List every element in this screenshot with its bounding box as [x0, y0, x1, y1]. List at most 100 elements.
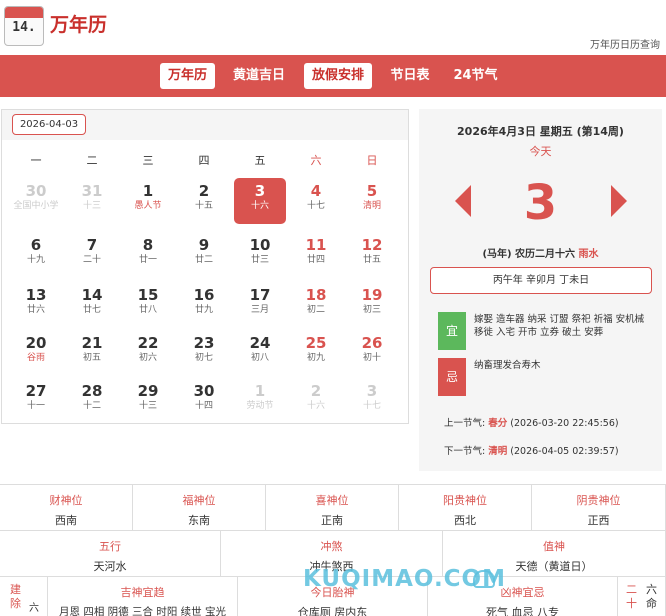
info-grid: 财神位 西南 福神位 东南 喜神位 正南 阳贵神位 西北 阴贵神位 正西 五行 … [0, 484, 666, 616]
day-cell[interactable]: 2 十五 [176, 178, 232, 224]
nav-item-jieqi[interactable]: 24节气 [448, 63, 503, 89]
day-number: 29 [137, 382, 159, 400]
today-label[interactable]: 今天 [419, 143, 662, 159]
site-subtitle: 万年历日历查询 [590, 40, 660, 51]
day-number: 28 [81, 382, 103, 400]
lunar-label: 二十 [82, 255, 101, 265]
ji-text: 纳畜理发合寿木 [474, 360, 541, 371]
day-cell[interactable]: 18 初二 [288, 282, 344, 328]
direction-value: 西北 [454, 514, 476, 527]
lunar-label: 十三 [138, 401, 157, 411]
day-cell[interactable]: 17 三月 [232, 282, 288, 328]
direction-value: 正南 [321, 514, 343, 527]
day-cell[interactable]: 21 初五 [64, 330, 120, 376]
day-cell[interactable]: 30 十四 [176, 378, 232, 424]
day-number: 31 [81, 182, 103, 200]
day-cell[interactable]: 14 廿七 [64, 282, 120, 328]
day-cell[interactable]: 4 十七 [288, 178, 344, 224]
lunar-label: 廿九 [194, 305, 213, 315]
day-cell[interactable]: 3 十七 [344, 378, 400, 424]
weekday-header: 三 [142, 154, 154, 167]
jianchu-char: 建 [10, 583, 21, 596]
day-cell[interactable]: 29 十三 [120, 378, 176, 424]
day-cell[interactable]: 22 初六 [120, 330, 176, 376]
date-picker[interactable]: 2026-04-03 [12, 114, 86, 135]
jianchu-small: 六 [29, 603, 39, 614]
day-number: 25 [305, 334, 327, 352]
day-cell[interactable]: 1 劳动节 [232, 378, 288, 424]
lunar-label: 廿三 [250, 255, 269, 265]
site-title[interactable]: 万年历 [50, 10, 107, 37]
lunar-label: 十二 [82, 401, 101, 411]
day-cell[interactable]: 1 愚人节 [120, 178, 176, 224]
prev-jieqi-label: 上一节气: [444, 418, 486, 429]
day-number: 8 [142, 236, 154, 254]
day-cell[interactable]: 27 十一 [8, 378, 64, 424]
day-cell[interactable]: 2 十六 [288, 378, 344, 424]
day-cell[interactable]: 19 初三 [344, 282, 400, 328]
wuxing-value: 天河水 [93, 560, 127, 573]
day-cell[interactable]: 23 初七 [176, 330, 232, 376]
lunar-label: 廿六 [26, 305, 45, 315]
ganzhi-box: 丙午年 辛卯月 丁未日 [430, 267, 652, 294]
direction-cell: 阴贵神位 正西 [532, 485, 666, 531]
day-cell[interactable]: 16 廿九 [176, 282, 232, 328]
day-number: 18 [305, 286, 327, 304]
lunar-label: 十四 [194, 401, 213, 411]
day-cell[interactable]: 20 谷雨 [8, 330, 64, 376]
day-number: 23 [193, 334, 215, 352]
day-cell[interactable]: 7 二十 [64, 232, 120, 278]
pengzu-col: 二 十 [626, 583, 637, 611]
day-cell[interactable]: 30 全国中小学 [8, 178, 64, 224]
weekday-header: 一 [30, 154, 42, 167]
prev-jieqi-name[interactable]: 春分 [488, 418, 507, 429]
day-cell[interactable]: 31 十三 [64, 178, 120, 224]
weekday-header: 六 [310, 154, 322, 167]
nav-item-wannianli[interactable]: 万年历 [160, 63, 215, 89]
direction-label: 阳贵神位 [443, 494, 487, 507]
next-jieqi-name[interactable]: 清明 [488, 446, 507, 457]
day-number: 21 [81, 334, 103, 352]
direction-cell: 福神位 东南 [133, 485, 266, 531]
day-cell[interactable]: 26 初十 [344, 330, 400, 376]
lunar-label: 十九 [26, 255, 45, 265]
direction-value: 正西 [587, 514, 610, 527]
yi-badge: 宜 [438, 312, 466, 350]
day-cell[interactable]: 15 廿八 [120, 282, 176, 328]
day-cell[interactable]: 8 廿一 [120, 232, 176, 278]
next-day-arrow-icon[interactable] [611, 185, 627, 217]
day-cell[interactable]: 6 十九 [8, 232, 64, 278]
day-cell[interactable]: 24 初八 [232, 330, 288, 376]
day-cell[interactable]: 10 廿三 [232, 232, 288, 278]
lunar-label: 廿五 [362, 255, 381, 265]
day-cell[interactable]: 9 廿二 [176, 232, 232, 278]
prev-jieqi: 上一节气: 春分 (2026-03-20 22:45:56) [444, 415, 619, 429]
lunar-label: 三月 [250, 305, 269, 315]
jianchu-char: 除 [10, 597, 21, 610]
nav-item-festival[interactable]: 节日表 [384, 63, 436, 89]
calendar-logo-icon[interactable]: 14. [4, 6, 44, 46]
day-cell[interactable]: 11 廿四 [288, 232, 344, 278]
taishen-value: 仓库厕 房内东 [297, 606, 368, 616]
lunar-label: 廿一 [138, 255, 157, 265]
direction-cell: 阳贵神位 西北 [399, 485, 532, 531]
zhishen-label: 值神 [543, 540, 565, 553]
lunar-label: 廿四 [306, 255, 325, 265]
day-cell[interactable]: 5 清明 [344, 178, 400, 224]
weekday-header: 四 [198, 154, 210, 167]
day-number: 16 [193, 286, 215, 304]
day-cell[interactable]: 28 十二 [64, 378, 120, 424]
direction-label: 福神位 [182, 494, 216, 507]
nav-item-huangdao[interactable]: 黄道吉日 [227, 63, 291, 89]
day-cell[interactable]: 12 廿五 [344, 232, 400, 278]
jishen-label: 吉神宜趋 [120, 586, 165, 599]
day-cell-today[interactable]: 3 十六 [234, 178, 286, 224]
day-cell[interactable]: 13 廿六 [8, 282, 64, 328]
day-cell[interactable]: 25 初九 [288, 330, 344, 376]
site-header: 14. 万年历 万年历日历查询 [0, 0, 666, 55]
day-number: 27 [25, 382, 47, 400]
lunar-label: 全国中小学 [13, 201, 59, 211]
main-nav: 万年历 黄道吉日 放假安排 节日表 24节气 [0, 55, 666, 97]
pengzu-cell: 二 十 六 命 [618, 577, 666, 616]
nav-item-holiday[interactable]: 放假安排 [304, 63, 372, 89]
